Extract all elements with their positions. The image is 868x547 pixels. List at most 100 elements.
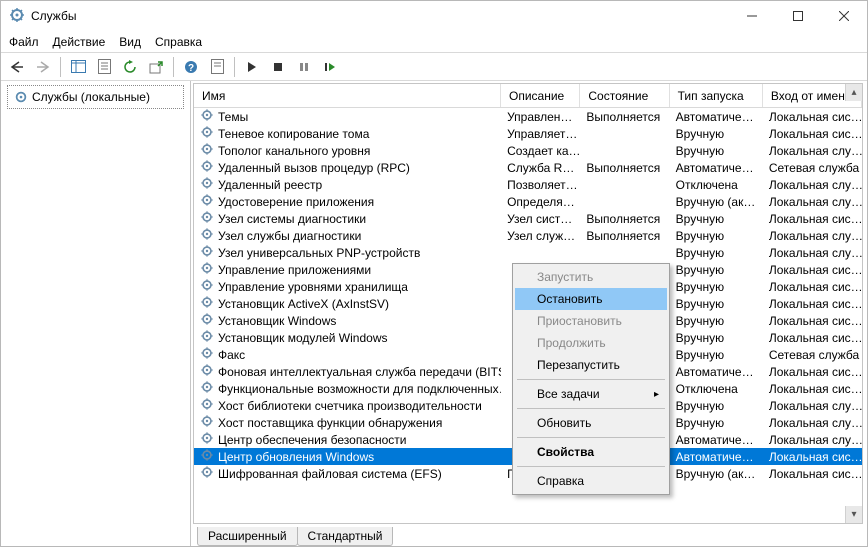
service-name: Хост поставщика функции обнаружения: [218, 416, 442, 430]
service-logon-cell: Локальная слу…: [763, 416, 862, 430]
list-pane: Имя Описание Состояние Тип запуска Вход …: [191, 81, 867, 546]
service-row[interactable]: Узел системы диагностикиУзел сист…Выполн…: [194, 210, 862, 227]
service-logon-cell: Локальная слу…: [763, 178, 862, 192]
service-name: Узел системы диагностики: [218, 212, 366, 226]
service-name-cell: Темы: [194, 108, 501, 125]
properties-button[interactable]: [92, 56, 116, 78]
ctx-restart[interactable]: Перезапустить: [515, 354, 667, 376]
service-start-cell: Вручную: [670, 331, 763, 345]
gear-icon: [200, 312, 214, 329]
service-row[interactable]: Удаленный реестрПозволяет…ОтключенаЛокал…: [194, 176, 862, 193]
ctx-refresh[interactable]: Обновить: [515, 412, 667, 434]
service-logon-cell: Локальная сис…: [763, 331, 862, 345]
service-start-cell: Вручную: [670, 229, 763, 243]
scroll-up-arrow[interactable]: ▴: [845, 84, 862, 101]
service-logon-cell: Локальная сис…: [763, 314, 862, 328]
column-name[interactable]: Имя: [194, 84, 501, 107]
gear-icon: [200, 159, 214, 176]
service-logon-cell: Локальная слу…: [763, 229, 862, 243]
menu-file[interactable]: Файл: [9, 35, 39, 49]
service-row[interactable]: Узел службы диагностикиУзел служ…Выполня…: [194, 227, 862, 244]
properties-sheet-button[interactable]: [205, 56, 229, 78]
service-name-cell: Установщик Windows: [194, 312, 501, 329]
ctx-properties[interactable]: Свойства: [515, 441, 667, 463]
gear-icon: [200, 108, 214, 125]
forward-button[interactable]: [31, 56, 55, 78]
tab-extended[interactable]: Расширенный: [197, 527, 298, 546]
separator: [234, 57, 235, 77]
service-row[interactable]: Удостоверение приложенияОпределя… Вручную…: [194, 193, 862, 210]
ctx-all-tasks[interactable]: Все задачи ▸: [515, 383, 667, 405]
service-desc-cell: Определя…: [501, 195, 580, 209]
service-row[interactable]: Теневое копирование томаУправляет…Вручну…: [194, 125, 862, 142]
tab-standard[interactable]: Стандартный: [297, 527, 394, 546]
menu-action[interactable]: Действие: [53, 35, 106, 49]
service-row[interactable]: Узел универсальных PNP-устройствВручнуюЛ…: [194, 244, 862, 261]
toolbar: ?: [1, 53, 867, 81]
minimize-button[interactable]: [729, 1, 775, 31]
column-description[interactable]: Описание: [501, 84, 580, 107]
ctx-pause: Приостановить: [515, 310, 667, 332]
menu-bar: Файл Действие Вид Справка: [1, 31, 867, 53]
body: Службы (локальные) Имя Описание Состояни…: [1, 81, 867, 546]
service-name-cell: Фоновая интеллектуальная служба передачи…: [194, 363, 501, 380]
back-button[interactable]: [5, 56, 29, 78]
separator: [173, 57, 174, 77]
column-startup[interactable]: Тип запуска: [670, 84, 763, 107]
service-row[interactable]: ТемыУправлен…ВыполняетсяАвтоматиче…Локал…: [194, 108, 862, 125]
help-button[interactable]: ?: [179, 56, 203, 78]
service-start-cell: Вручную: [670, 212, 763, 226]
show-hide-tree-button[interactable]: [66, 56, 90, 78]
service-logon-cell: Локальная сис…: [763, 450, 862, 464]
export-list-button[interactable]: [144, 56, 168, 78]
service-name: Центр обеспечения безопасности: [218, 433, 407, 447]
service-name-cell: Хост поставщика функции обнаружения: [194, 414, 501, 431]
service-start-cell: Автоматиче…: [670, 365, 763, 379]
column-state[interactable]: Состояние: [580, 84, 669, 107]
list-body[interactable]: ТемыУправлен…ВыполняетсяАвтоматиче…Локал…: [194, 108, 862, 523]
service-start-cell: Вручную (ак…: [670, 195, 763, 209]
service-logon-cell: Локальная сис…: [763, 382, 862, 396]
service-name: Узел службы диагностики: [218, 229, 361, 243]
scroll-down-arrow[interactable]: ▾: [845, 506, 862, 523]
service-name-cell: Установщик ActiveX (AxInstSV): [194, 295, 501, 312]
service-start-cell: Вручную: [670, 314, 763, 328]
gear-icon: [200, 397, 214, 414]
gear-icon: [200, 346, 214, 363]
menu-view[interactable]: Вид: [119, 35, 141, 49]
service-start-cell: Вручную: [670, 280, 763, 294]
service-desc-cell: Служба R…: [501, 161, 580, 175]
maximize-button[interactable]: [775, 1, 821, 31]
ctx-stop[interactable]: Остановить: [515, 288, 667, 310]
gear-icon: [200, 176, 214, 193]
ctx-all-tasks-label: Все задачи: [537, 387, 600, 401]
service-name: Центр обновления Windows: [218, 450, 374, 464]
gear-icon: [200, 295, 214, 312]
service-name-cell: Установщик модулей Windows: [194, 329, 501, 346]
tree-node-label: Службы (локальные): [32, 90, 150, 104]
menu-help[interactable]: Справка: [155, 35, 202, 49]
service-desc-cell: Управляет…: [501, 127, 580, 141]
service-logon-cell: Локальная сис…: [763, 365, 862, 379]
service-logon-cell: Локальная сис…: [763, 297, 862, 311]
service-name-cell: Функциональные возможности для подключен…: [194, 380, 501, 397]
restart-service-button[interactable]: [318, 56, 342, 78]
service-name-cell: Шифрованная файловая система (EFS): [194, 465, 501, 482]
tree-pane[interactable]: Службы (локальные): [1, 81, 191, 546]
service-row[interactable]: Удаленный вызов процедур (RPC)Служба R…В…: [194, 159, 862, 176]
service-row[interactable]: Тополог канального уровняСоздает ка…Вруч…: [194, 142, 862, 159]
refresh-button[interactable]: [118, 56, 142, 78]
stop-service-button[interactable]: [266, 56, 290, 78]
context-menu: Запустить Остановить Приостановить Продо…: [512, 263, 670, 495]
pause-service-button[interactable]: [292, 56, 316, 78]
service-desc-cell: Узел служ…: [501, 229, 580, 243]
ctx-start: Запустить: [515, 266, 667, 288]
tree-node-services-local[interactable]: Службы (локальные): [7, 85, 184, 109]
service-state-cell: Выполняется: [580, 161, 669, 175]
close-button[interactable]: [821, 1, 867, 31]
service-name-cell: Удостоверение приложения: [194, 193, 501, 210]
gear-icon: [200, 244, 214, 261]
service-logon-cell: Локальная сис…: [763, 467, 862, 481]
start-service-button[interactable]: [240, 56, 264, 78]
ctx-help[interactable]: Справка: [515, 470, 667, 492]
